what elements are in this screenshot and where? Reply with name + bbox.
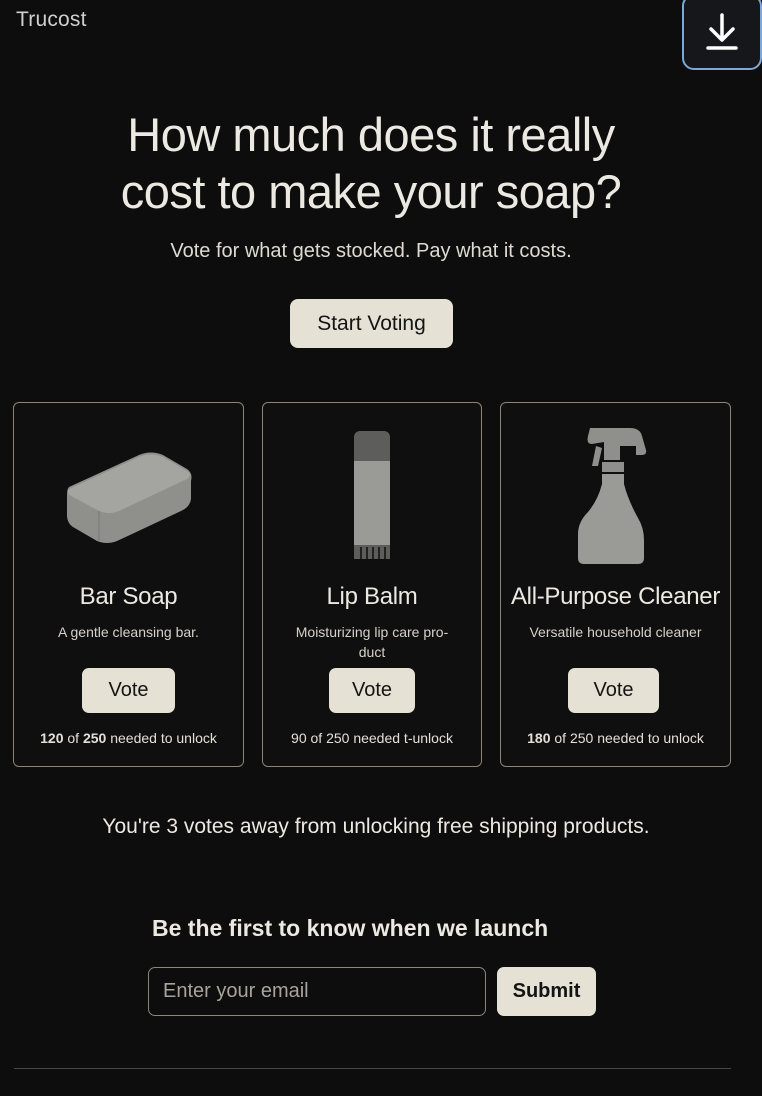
hero-title-line-1: How much does it really	[127, 108, 615, 161]
product-card-all-purpose-cleaner: All-Purpose Cleaner Versatile household …	[500, 402, 731, 767]
signup-heading: Be the first to know when we launch	[152, 915, 549, 941]
soap-bar-icon	[14, 421, 243, 571]
progress-tail: needed to unlock	[106, 730, 217, 746]
progress-of: of	[306, 730, 327, 746]
hero-title-line-2: cost to make your soap?	[120, 165, 622, 218]
spray-bottle-icon	[501, 421, 730, 571]
unlock-progress: 180 of 250 needed to unlock	[501, 730, 730, 746]
brand-logo[interactable]: Trucost	[16, 8, 87, 32]
product-name: All-Purpose Cleaner	[510, 583, 721, 610]
lip-balm-icon	[263, 421, 481, 571]
vote-button-bar-soap[interactable]: Vote	[82, 668, 175, 713]
progress-tail: needed to unlock	[593, 730, 704, 746]
votes-count: 90	[291, 730, 307, 746]
product-description-text: Versatile household cleaner	[529, 624, 702, 640]
unlock-progress: 120 of 250 needed to unlock	[14, 730, 243, 746]
votes-goal: 250	[569, 730, 594, 746]
votes-goal: 250	[326, 730, 350, 746]
product-description: A gentle cleansing bar.	[34, 622, 223, 642]
product-description: Versatile household cleaner	[521, 622, 710, 642]
votes-goal: 250	[82, 730, 107, 746]
vote-button-all-purpose-cleaner[interactable]: Vote	[568, 668, 659, 713]
download-icon	[706, 13, 738, 50]
product-card-lip-balm: Lip Balm Moisturizing lip care pro- duct…	[262, 402, 482, 767]
email-input[interactable]	[148, 967, 486, 1016]
shipping-message: You're 3 votes away from unlocking free …	[102, 815, 650, 838]
progress-tail: needed t-unlock	[349, 730, 453, 746]
product-name: Bar Soap	[79, 583, 178, 610]
progress-of: of	[550, 730, 570, 746]
download-button[interactable]	[682, 0, 762, 70]
product-name: Lip Balm	[326, 583, 418, 610]
start-voting-button[interactable]: Start Voting	[290, 299, 453, 348]
votes-count: 180	[527, 730, 551, 746]
submit-button[interactable]: Submit	[497, 967, 596, 1016]
hero-subtitle: Vote for what gets stocked. Pay what it …	[170, 240, 572, 262]
footer-divider	[14, 1068, 731, 1069]
votes-count: 120	[40, 730, 64, 746]
unlock-progress: 90 of 250 needed t-unlock	[263, 730, 481, 746]
product-description-text: Moisturizing lip care pro-	[295, 624, 449, 640]
product-description-text-2: duct	[358, 644, 386, 660]
vote-button-lip-balm[interactable]: Vote	[329, 668, 415, 713]
hero-title: How much does it really cost to make you…	[0, 106, 742, 220]
product-card-bar-soap: Bar Soap A gentle cleansing bar. Vote 12…	[13, 402, 244, 767]
progress-of: of	[63, 730, 83, 746]
product-description: Moisturizing lip care pro- duct	[283, 622, 461, 662]
product-description-text: A gentle cleansing bar.	[58, 624, 199, 640]
